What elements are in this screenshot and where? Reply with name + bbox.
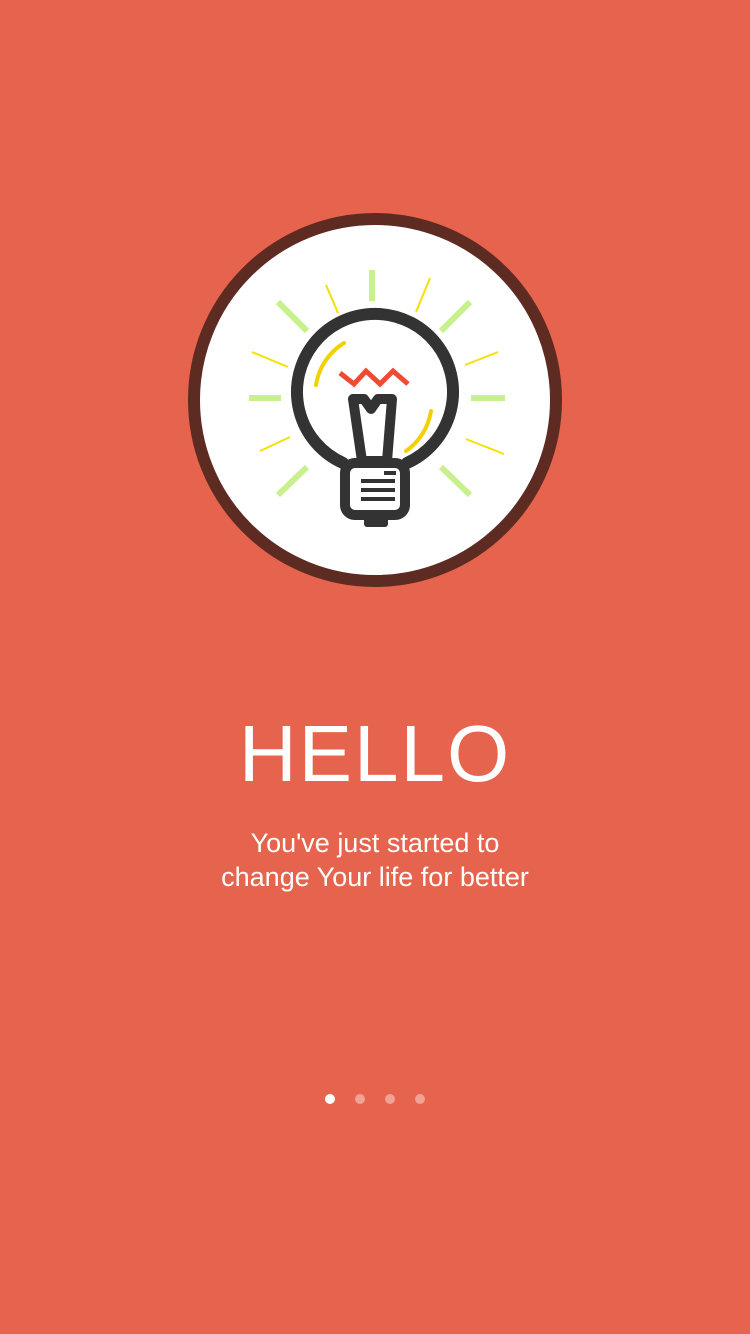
page-dot-2[interactable] <box>355 1094 365 1104</box>
page-dot-1[interactable] <box>325 1094 335 1104</box>
page-subtitle: You've just started to change Your life … <box>175 826 575 894</box>
subtitle-line-2: change Your life for better <box>221 862 529 892</box>
page-dot-3[interactable] <box>385 1094 395 1104</box>
subtitle-line-1: You've just started to <box>250 828 500 858</box>
page-title: HELLO <box>238 709 512 798</box>
onboarding-screen: HELLO You've just started to change Your… <box>0 0 750 1334</box>
lightbulb-icon <box>188 213 562 587</box>
lightbulb-illustration <box>188 213 562 587</box>
page-dot-4[interactable] <box>415 1094 425 1104</box>
page-indicator <box>0 1093 750 1105</box>
